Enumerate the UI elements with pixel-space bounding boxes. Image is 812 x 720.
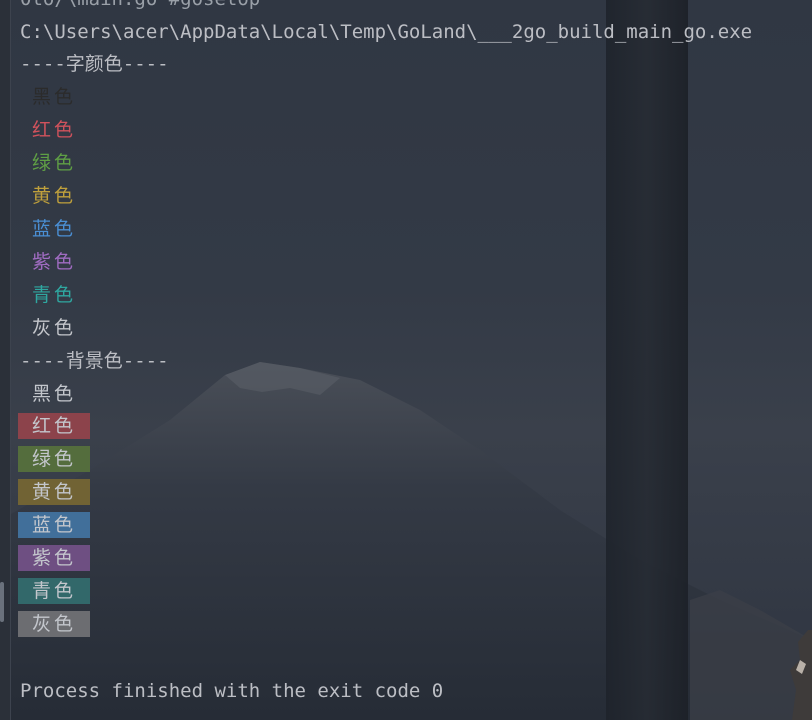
bg-item-gray: 灰色 [18,611,90,637]
fg-item-green: 绿色 [32,152,77,174]
bg-item-black: 黑色 [32,383,77,405]
fg-item-red: 红色 [32,119,77,141]
bg-item-yellow: 黄色 [18,479,90,505]
scroll-marker[interactable] [0,582,4,622]
corner-figure-image [790,630,812,720]
tower-background-image [606,0,688,720]
fg-item-yellow: 黄色 [32,185,77,207]
executable-path-line: C:\Users\acer\AppData\Local\Temp\GoLand\… [20,21,753,43]
bg-item-cyan: 青色 [18,578,90,604]
fg-item-purple: 紫色 [32,251,77,273]
process-exit-message: Process finished with the exit code 0 [20,680,444,702]
background-section-header: ----背景色---- [20,350,169,372]
bg-item-green: 绿色 [18,446,90,472]
foreground-section-header: ----字颜色---- [20,53,169,75]
bg-item-blue: 蓝色 [18,512,90,538]
cut-off-command-line: 0to/\main.go #gosetop [20,0,260,13]
fg-item-black: 黑色 [32,86,77,108]
bg-item-purple: 紫色 [18,545,90,571]
fg-item-cyan: 青色 [32,284,77,306]
fg-item-blue: 蓝色 [32,218,77,240]
bg-item-red: 红色 [18,413,90,439]
fg-item-gray: 灰色 [32,317,77,339]
